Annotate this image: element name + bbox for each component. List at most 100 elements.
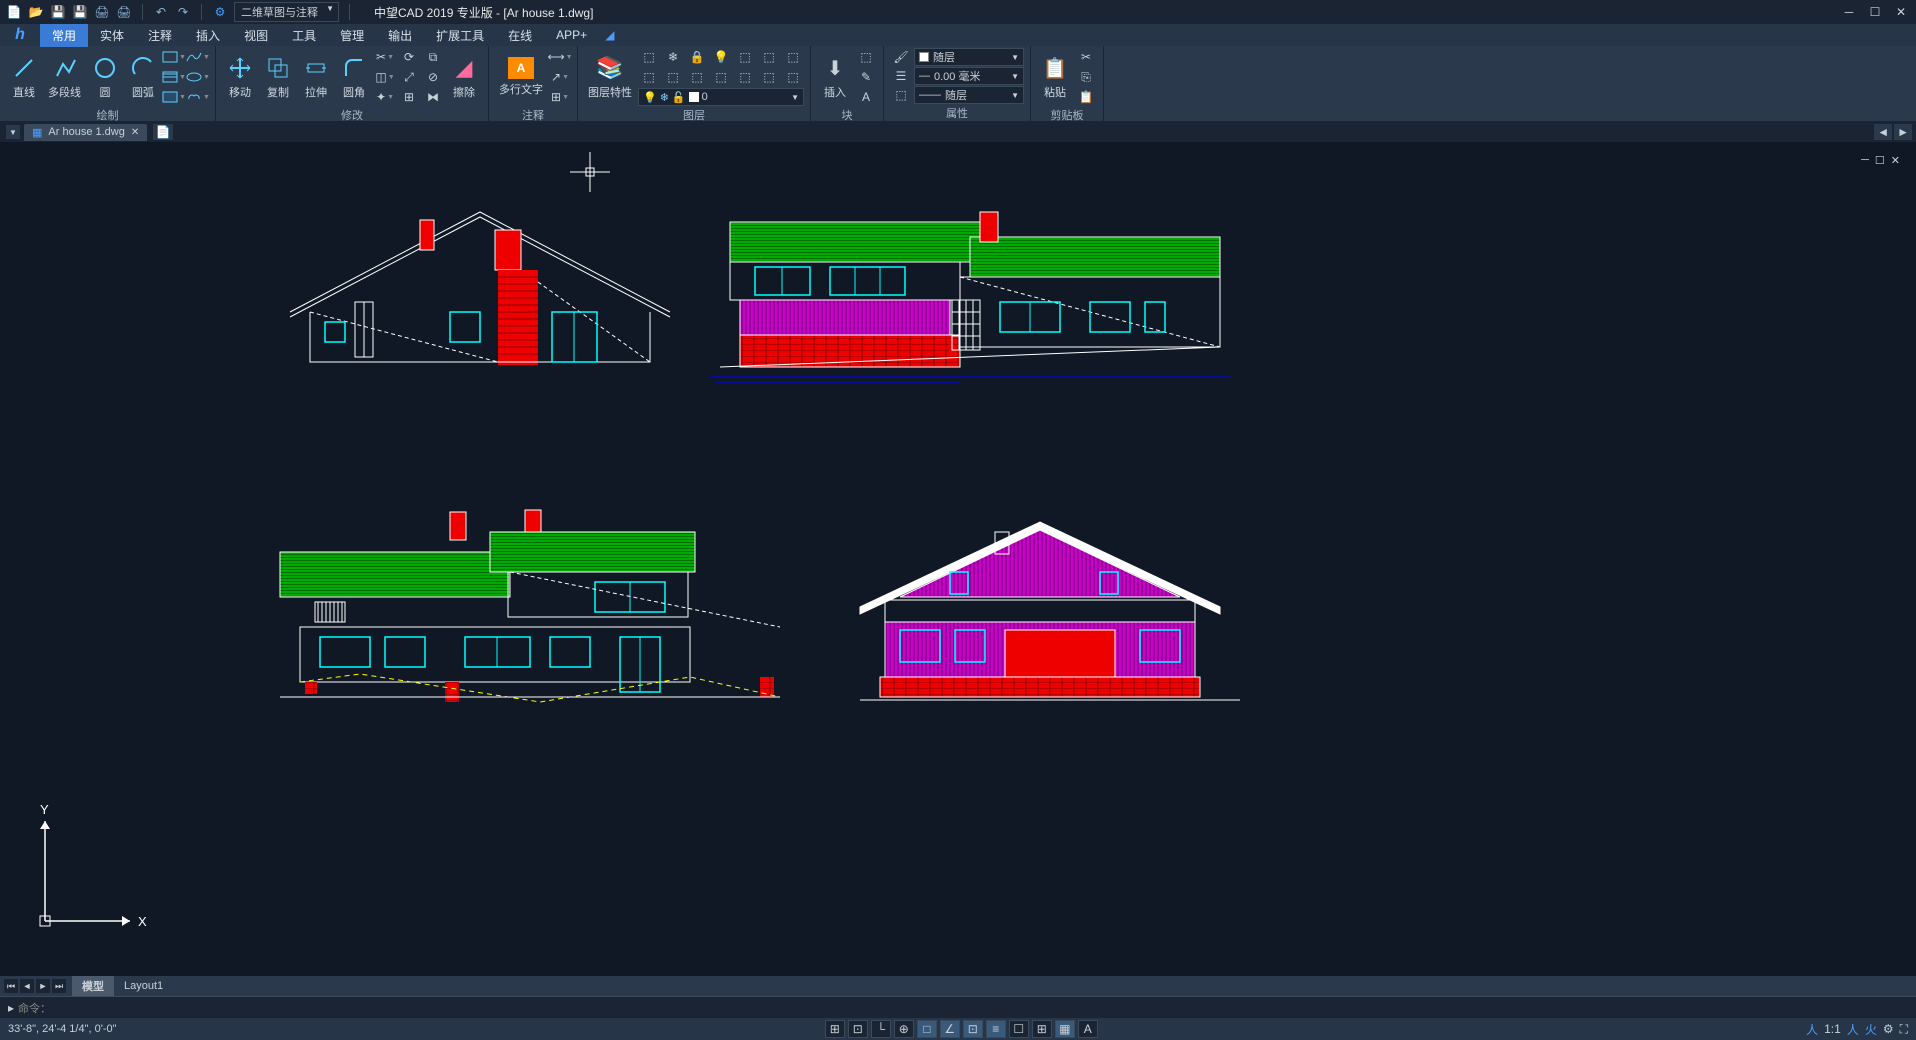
insert-block-button[interactable]: ⬇插入 xyxy=(817,52,853,102)
rectangle-icon[interactable]: ▼ xyxy=(163,48,185,66)
create-block-icon[interactable]: ⬚ xyxy=(855,48,877,66)
layer-prev-icon[interactable]: ⬚ xyxy=(782,48,804,66)
menu-app[interactable]: APP+ xyxy=(544,25,599,45)
menu-common[interactable]: 常用 xyxy=(40,24,88,47)
layer-sm5-icon[interactable]: ⬚ xyxy=(734,68,756,86)
spline-icon[interactable]: ▼ xyxy=(187,48,209,66)
ribbon-expand-icon[interactable]: ◢ xyxy=(605,28,614,42)
array-icon[interactable]: ⊞ xyxy=(398,88,420,106)
drawing-workspace[interactable]: ─ ☐ ✕ xyxy=(0,142,1916,976)
edit-block-icon[interactable]: ✎ xyxy=(855,68,877,86)
move-button[interactable]: 移动 xyxy=(222,52,258,102)
cmd-expand-icon[interactable]: ▸ xyxy=(8,1001,14,1015)
maximize-button[interactable]: ☐ xyxy=(1866,3,1884,21)
dyn-toggle[interactable]: ⊡ xyxy=(963,1020,983,1038)
annotation-scale-icon[interactable]: 人 xyxy=(1806,1021,1818,1038)
model-tab[interactable]: 模型 xyxy=(72,976,114,996)
saveas-icon[interactable]: 💾 xyxy=(72,4,88,20)
paste-special-icon[interactable]: 📋 xyxy=(1075,88,1097,106)
tab-list-toggle[interactable]: ▼ xyxy=(6,125,20,139)
rotate-icon[interactable]: ⟳ xyxy=(398,48,420,66)
offset-icon[interactable]: ⧉ xyxy=(422,48,444,66)
mirror-icon[interactable]: ◫▼ xyxy=(374,68,396,86)
circle-button[interactable]: 圆 xyxy=(87,52,123,102)
polar-toggle[interactable]: ⊕ xyxy=(894,1020,914,1038)
ellipse-icon[interactable]: ▼ xyxy=(187,68,209,86)
coordinate-display[interactable]: 33'-8", 24'-4 1/4", 0'-0" xyxy=(8,1023,117,1035)
app-logo-icon[interactable]: h xyxy=(0,24,40,46)
annotation-auto-icon[interactable]: 火 xyxy=(1865,1021,1877,1038)
table-icon[interactable]: ⊞▼ xyxy=(549,88,571,106)
layer-sm4-icon[interactable]: ⬚ xyxy=(710,68,732,86)
workspace-dropdown[interactable]: 二维草图与注释 xyxy=(234,2,339,22)
layer-dropdown[interactable]: 💡❄🔓 0 ▼ xyxy=(638,88,804,106)
layer-sm3-icon[interactable]: ⬚ xyxy=(686,68,708,86)
viewport-maximize-icon[interactable]: ☐ xyxy=(1875,154,1885,167)
menu-output[interactable]: 输出 xyxy=(376,24,424,47)
layout-first-icon[interactable]: ⏮ xyxy=(4,979,18,993)
layer-iso-icon[interactable]: ⬚ xyxy=(734,48,756,66)
snap-toggle[interactable]: ⊡ xyxy=(848,1020,868,1038)
dimension-icon[interactable]: ⟷▼ xyxy=(549,48,571,66)
lineweight-dropdown[interactable]: —0.00 毫米▼ xyxy=(914,67,1024,85)
layer-match-icon[interactable]: ⬚ xyxy=(758,48,780,66)
menu-online[interactable]: 在线 xyxy=(496,24,544,47)
leader-icon[interactable]: ↗▼ xyxy=(549,68,571,86)
open-icon[interactable]: 📂 xyxy=(28,4,44,20)
grid-toggle[interactable]: ⊞ xyxy=(825,1020,845,1038)
otrack-toggle[interactable]: ∠ xyxy=(940,1020,960,1038)
menu-solid[interactable]: 实体 xyxy=(88,24,136,47)
fillet-button[interactable]: 圆角 xyxy=(336,52,372,102)
close-button[interactable]: ✕ xyxy=(1892,3,1910,21)
layer-properties-button[interactable]: 📚图层特性 xyxy=(584,52,636,102)
document-tab[interactable]: ▦ Ar house 1.dwg ✕ xyxy=(24,124,147,141)
menu-view[interactable]: 视图 xyxy=(232,24,280,47)
redo-icon[interactable]: ↷ xyxy=(175,4,191,20)
layer-sm2-icon[interactable]: ⬚ xyxy=(662,68,684,86)
region-icon[interactable]: ▼ xyxy=(163,88,185,106)
cut-icon[interactable]: ✂ xyxy=(1075,48,1097,66)
props-palette-icon[interactable]: ⬚ xyxy=(890,86,912,104)
transparency-toggle[interactable]: ☐ xyxy=(1009,1020,1029,1038)
workspace-switch-icon[interactable]: ⚙ xyxy=(1883,1022,1894,1036)
polyline-button[interactable]: 多段线 xyxy=(44,52,85,102)
tab-close-icon[interactable]: ✕ xyxy=(131,127,139,138)
workspace-icon[interactable]: ⚙ xyxy=(212,4,228,20)
ortho-toggle[interactable]: └ xyxy=(871,1020,891,1038)
viewport-close-icon[interactable]: ✕ xyxy=(1891,154,1900,167)
layout-prev-icon[interactable]: ◄ xyxy=(20,979,34,993)
layer-off-icon[interactable]: 💡 xyxy=(710,48,732,66)
linetype-dropdown[interactable]: ——随层▼ xyxy=(914,86,1024,104)
drawing-canvas[interactable]: ─ ☐ ✕ xyxy=(10,152,1906,966)
menu-manage[interactable]: 管理 xyxy=(328,24,376,47)
cloud-icon[interactable]: ▼ xyxy=(187,88,209,106)
scale-label[interactable]: 1:1 xyxy=(1824,1022,1841,1036)
list-icon[interactable]: ☰ xyxy=(890,67,912,85)
layer-freeze-icon[interactable]: ❄ xyxy=(662,48,684,66)
explode-icon[interactable]: ✦▼ xyxy=(374,88,396,106)
hatch-icon[interactable]: ▼ xyxy=(163,68,185,86)
color-dropdown[interactable]: 随层▼ xyxy=(914,48,1024,66)
arc-button[interactable]: 圆弧 xyxy=(125,52,161,102)
match-props-icon[interactable]: 🖌 xyxy=(890,48,912,66)
line-button[interactable]: 直线 xyxy=(6,52,42,102)
new-tab-button[interactable]: 📄 xyxy=(153,124,173,140)
scale-icon[interactable]: ⤢ xyxy=(398,68,420,86)
copy-button[interactable]: 复制 xyxy=(260,52,296,102)
layout-last-icon[interactable]: ⏭ xyxy=(52,979,66,993)
erase-button[interactable]: ◢擦除 xyxy=(446,52,482,102)
break-icon[interactable]: ⊘ xyxy=(422,68,444,86)
layer-lock-icon[interactable]: 🔒 xyxy=(686,48,708,66)
layer-sm1-icon[interactable]: ⬚ xyxy=(638,68,660,86)
menu-tools[interactable]: 工具 xyxy=(280,24,328,47)
join-icon[interactable]: ⧓ xyxy=(422,88,444,106)
block-attr-icon[interactable]: A xyxy=(855,88,877,106)
minimize-button[interactable]: ─ xyxy=(1840,3,1858,21)
save-icon[interactable]: 💾 xyxy=(50,4,66,20)
qp-toggle[interactable]: ⊞ xyxy=(1032,1020,1052,1038)
trim-icon[interactable]: ✂▼ xyxy=(374,48,396,66)
layer-sm6-icon[interactable]: ⬚ xyxy=(758,68,780,86)
annotation-visibility-icon[interactable]: 人 xyxy=(1847,1021,1859,1038)
menu-insert[interactable]: 插入 xyxy=(184,24,232,47)
undo-icon[interactable]: ↶ xyxy=(153,4,169,20)
